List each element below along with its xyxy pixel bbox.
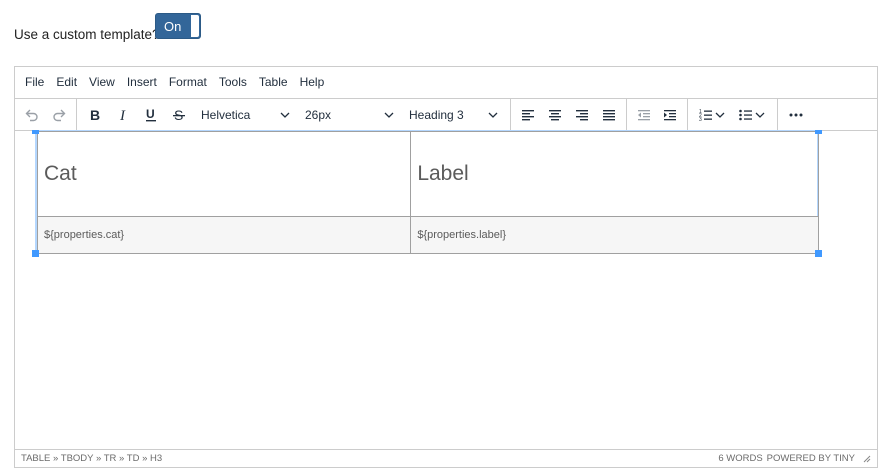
font-size-value: 26px — [305, 107, 332, 122]
menu-file[interactable]: File — [19, 67, 50, 98]
align-right-button[interactable] — [569, 102, 596, 128]
resize-handle-top-right[interactable] — [815, 130, 822, 134]
bold-icon: B — [90, 107, 100, 123]
redo-button[interactable] — [46, 102, 73, 128]
chevron-down-icon — [384, 112, 394, 118]
table-cell-cat-property[interactable]: ${properties.cat} — [36, 216, 412, 254]
svg-text:3: 3 — [699, 117, 702, 123]
table-cell-label-heading[interactable]: Label — [410, 131, 819, 217]
table-row: Cat Label — [36, 131, 819, 217]
align-right-icon — [575, 109, 588, 120]
menubar: File Edit View Insert Format Tools Table… — [15, 67, 877, 99]
editor-content-area[interactable]: Cat Label ${properties.cat} ${properties… — [15, 130, 877, 450]
indent-icon — [664, 109, 676, 120]
menu-table[interactable]: Table — [253, 67, 294, 98]
element-path[interactable]: TABLE » TBODY » TR » TD » H3 — [21, 453, 718, 464]
underline-button[interactable]: U — [137, 102, 165, 128]
chevron-down-icon — [755, 112, 765, 118]
align-justify-button[interactable] — [595, 102, 622, 128]
align-group — [511, 99, 627, 130]
resize-handle-top-left[interactable] — [32, 130, 39, 134]
menu-tools[interactable]: Tools — [213, 67, 253, 98]
outdent-button[interactable] — [631, 102, 657, 128]
align-center-button[interactable] — [542, 102, 569, 128]
menu-format[interactable]: Format — [163, 67, 213, 98]
bold-button[interactable]: B — [81, 102, 109, 128]
format-group: B I U S Helvetica 26px Heading 3 — [77, 99, 511, 130]
table-cell-label-property[interactable]: ${properties.label} — [410, 216, 819, 254]
font-family-select[interactable]: Helvetica — [193, 102, 297, 128]
resize-handle-bottom-right[interactable] — [815, 250, 822, 257]
toolbar: B I U S Helvetica 26px Heading 3 — [15, 99, 877, 131]
align-left-icon — [522, 109, 535, 120]
template-table[interactable]: Cat Label ${properties.cat} ${properties… — [36, 131, 819, 254]
more-button[interactable] — [782, 102, 810, 128]
bullet-list-button[interactable] — [732, 102, 772, 128]
indent-button[interactable] — [657, 102, 683, 128]
indent-group — [627, 99, 688, 130]
italic-icon: I — [119, 108, 126, 123]
svg-text:B: B — [90, 107, 100, 123]
custom-template-toggle[interactable]: On — [155, 13, 201, 39]
numbered-list-button[interactable]: 123 — [692, 102, 732, 128]
rich-text-editor: File Edit View Insert Format Tools Table… — [14, 66, 878, 468]
svg-text:U: U — [146, 107, 155, 121]
statusbar: TABLE » TBODY » TR » TD » H3 6 WORDS POW… — [15, 449, 877, 467]
italic-button[interactable]: I — [109, 102, 137, 128]
toggle-state-text: On — [164, 18, 182, 34]
outdent-icon — [638, 109, 650, 120]
resize-handle-bottom-left[interactable] — [32, 250, 39, 257]
strikethrough-button[interactable]: S — [165, 102, 193, 128]
table-row: ${properties.cat} ${properties.label} — [36, 216, 819, 254]
redo-icon — [53, 109, 66, 121]
menu-help[interactable]: Help — [294, 67, 331, 98]
block-format-select[interactable]: Heading 3 — [401, 102, 505, 128]
table-cell-cat-heading[interactable]: Cat — [36, 131, 412, 217]
menu-insert[interactable]: Insert — [121, 67, 163, 98]
chevron-down-icon — [715, 112, 725, 118]
more-icon — [789, 113, 803, 116]
menu-view[interactable]: View — [83, 67, 121, 98]
table-selection-outline: Cat Label ${properties.cat} ${properties… — [35, 130, 819, 254]
resize-grip-icon[interactable] — [863, 455, 871, 463]
strikethrough-icon: S — [173, 107, 185, 123]
chevron-down-icon — [488, 112, 498, 118]
chevron-down-icon — [280, 112, 290, 118]
underline-icon: U — [146, 107, 156, 121]
more-group — [778, 99, 814, 130]
undo-button[interactable] — [19, 102, 46, 128]
list-group: 123 — [688, 99, 778, 130]
numbered-list-icon: 123 — [699, 109, 712, 123]
align-center-icon — [549, 109, 562, 120]
align-justify-icon — [602, 109, 615, 120]
branding-link[interactable]: POWERED BY TINY — [767, 453, 855, 464]
word-count[interactable]: 6 WORDS — [718, 453, 762, 464]
bullet-list-icon — [739, 109, 752, 120]
align-left-button[interactable] — [515, 102, 542, 128]
history-group — [15, 99, 77, 130]
menu-edit[interactable]: Edit — [50, 67, 83, 98]
custom-template-label: Use a custom template? — [14, 27, 160, 42]
font-size-select[interactable]: 26px — [297, 102, 401, 128]
font-family-value: Helvetica — [201, 107, 251, 122]
undo-icon — [25, 109, 38, 121]
toggle-knob — [191, 15, 199, 37]
svg-text:I: I — [119, 108, 126, 123]
block-format-value: Heading 3 — [409, 107, 464, 122]
